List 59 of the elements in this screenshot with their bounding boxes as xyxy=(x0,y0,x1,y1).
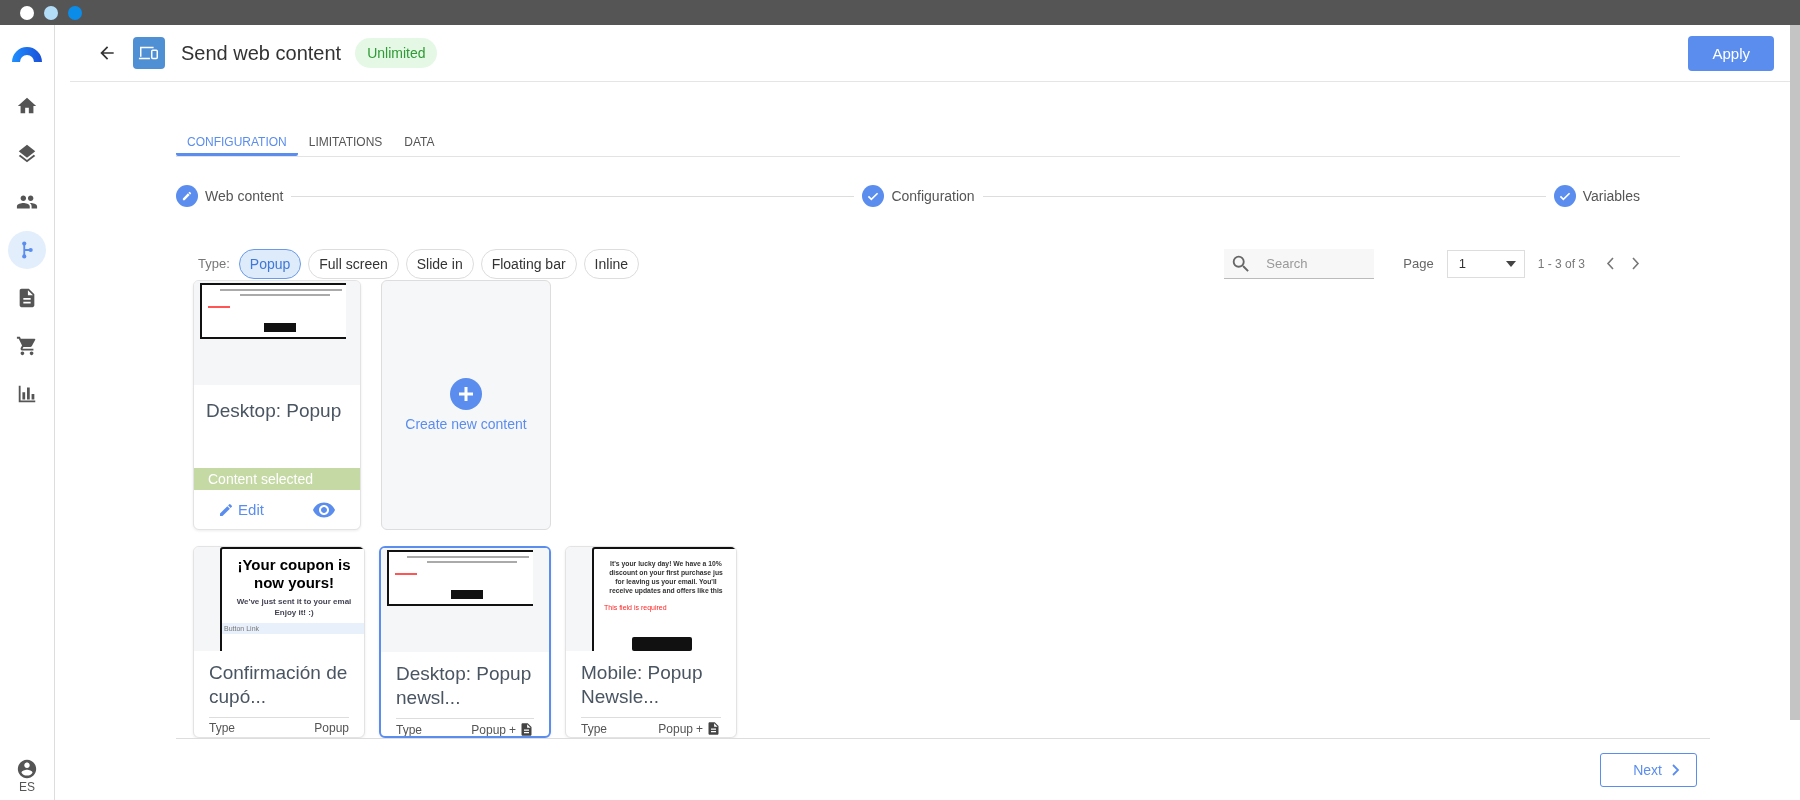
type-filter-chip[interactable]: Popup xyxy=(238,248,302,279)
type-label: Type xyxy=(581,721,607,736)
previous-page-icon[interactable] xyxy=(1606,257,1614,270)
plan-badge: Unlimited xyxy=(355,38,438,68)
chevron-right-icon xyxy=(1672,763,1680,776)
step-label: Variables xyxy=(1582,188,1640,204)
type-filter-chip[interactable]: Full screen xyxy=(308,248,399,279)
account-icon[interactable] xyxy=(16,758,38,780)
preview-heading: ¡Your coupon is now yours! xyxy=(236,556,352,592)
create-content-label: Create new content xyxy=(405,416,527,432)
step-label: Web content xyxy=(205,188,284,204)
plus-sign: + xyxy=(509,722,516,736)
content-title: Desktop: Popup newsl... xyxy=(395,662,533,710)
check-step-icon xyxy=(862,185,885,207)
bar-chart-icon xyxy=(16,383,38,405)
window-control-dot[interactable] xyxy=(68,5,82,20)
type-label: Type xyxy=(396,722,422,736)
content-title: Confirmación de cupó... xyxy=(208,661,349,709)
preview-text: We've just sent it to your emai xyxy=(236,596,352,607)
window-control-dot[interactable] xyxy=(44,5,58,20)
content-card[interactable]: Desktop: Popup newsl... Type Popup + xyxy=(379,546,551,738)
type-filter-chip[interactable]: Slide in xyxy=(405,248,474,279)
content-card[interactable] xyxy=(565,546,737,738)
type-label: Type xyxy=(209,721,235,735)
type-value: Popup xyxy=(471,722,506,736)
content-card[interactable]: Desktop: Popup Content selected Edit xyxy=(193,280,361,530)
type-value: Popup xyxy=(658,721,693,736)
type-filter-chip[interactable]: Inline xyxy=(583,248,640,279)
step-label: Configuration xyxy=(891,188,975,204)
selected-banner: Content selected xyxy=(194,468,360,490)
cart-icon xyxy=(16,335,38,357)
content-title: Desktop: Popup xyxy=(205,399,343,423)
language-label: ES xyxy=(19,780,35,794)
page-label: Page xyxy=(1403,256,1434,271)
layers-icon xyxy=(16,143,38,165)
page-select[interactable]: 1 xyxy=(1446,249,1525,278)
type-label: Type: xyxy=(198,256,230,271)
page-title: Send web content xyxy=(181,41,342,65)
pencil-icon xyxy=(218,501,235,518)
type-filter-chip[interactable]: Floating bar xyxy=(480,248,577,279)
plus-sign: + xyxy=(696,721,703,736)
preview-button-shape xyxy=(632,637,692,651)
tab[interactable]: LIMITATIONS xyxy=(297,118,394,156)
page-range: 1 - 3 of 3 xyxy=(1537,256,1585,271)
search-field[interactable]: Search xyxy=(1224,248,1375,279)
logo[interactable] xyxy=(12,46,42,62)
check-step-icon xyxy=(1553,185,1576,207)
tab[interactable]: DATA xyxy=(393,118,446,156)
scrollbar[interactable] xyxy=(1790,25,1800,720)
sidebar-item[interactable] xyxy=(8,231,46,269)
pencil-step-icon xyxy=(176,185,198,207)
next-page-icon[interactable] xyxy=(1632,257,1640,270)
devices-icon xyxy=(133,37,165,69)
window-control-dot[interactable] xyxy=(20,5,34,20)
preview-text: Enjoy it! :) xyxy=(274,607,314,618)
add-icon[interactable] xyxy=(450,378,482,410)
dropdown-caret-icon xyxy=(1505,260,1516,267)
content-title: Mobile: Popup Newsle... xyxy=(580,661,704,709)
type-value: Popup xyxy=(314,721,349,735)
